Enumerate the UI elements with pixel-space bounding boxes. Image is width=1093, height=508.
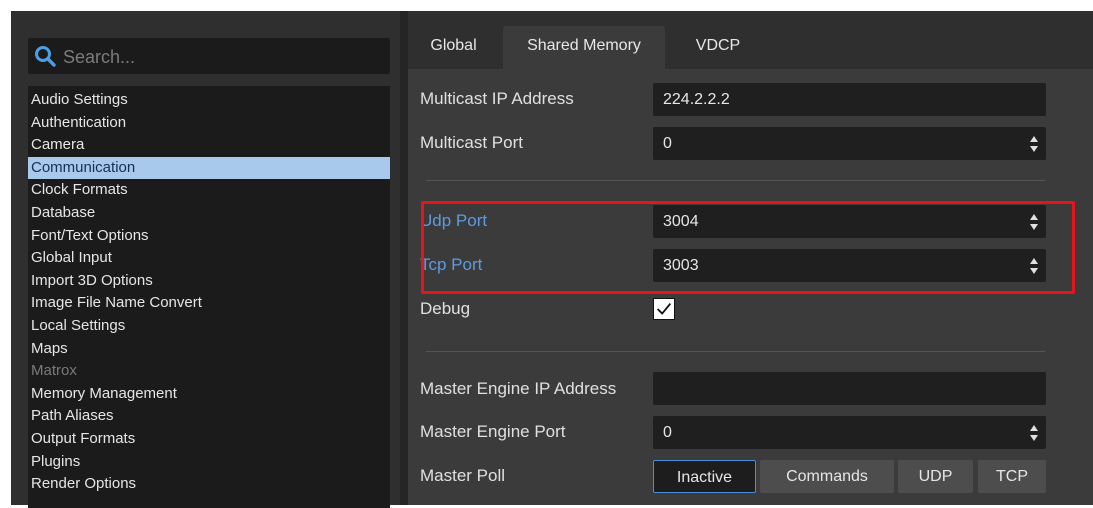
section-divider (426, 180, 1045, 181)
category-item-global-input[interactable]: Global Input (28, 247, 390, 270)
multicast-ip-label: Multicast IP Address (420, 89, 574, 108)
spin-arrows-icon[interactable] (1029, 213, 1039, 231)
search-box (28, 38, 390, 74)
tcp-port-label: Tcp Port (420, 255, 483, 274)
multicast-port-label: Multicast Port (420, 133, 523, 152)
master-engine-port-value: 0 (663, 424, 672, 441)
poll-option-inactive[interactable]: Inactive (653, 460, 756, 493)
tab-vdcp[interactable]: VDCP (674, 26, 762, 69)
spin-arrows-icon[interactable] (1029, 257, 1039, 275)
spin-arrows-icon[interactable] (1029, 424, 1039, 442)
category-item-path-aliases[interactable]: Path Aliases (28, 405, 390, 428)
search-icon (35, 46, 56, 67)
multicast-port-stepper[interactable]: 0 (653, 127, 1046, 160)
master-engine-ip-label: Master Engine IP Address (420, 379, 617, 398)
category-item-image-file-name-convert[interactable]: Image File Name Convert (28, 292, 390, 315)
tab-global[interactable]: Global (408, 26, 499, 69)
category-item-database[interactable]: Database (28, 202, 390, 225)
category-item-plugins[interactable]: Plugins (28, 451, 390, 474)
section-divider (426, 351, 1045, 352)
checkmark-icon (656, 302, 672, 315)
multicast-ip-value: 224.2.2.2 (663, 91, 730, 108)
category-item-output-formats[interactable]: Output Formats (28, 428, 390, 451)
category-item-authentication[interactable]: Authentication (28, 112, 390, 135)
debug-label: Debug (420, 299, 471, 318)
category-item-clock-formats[interactable]: Clock Formats (28, 179, 390, 202)
debug-checkbox[interactable] (653, 298, 675, 320)
poll-option-commands[interactable]: Commands (760, 460, 894, 493)
poll-option-udp[interactable]: UDP (898, 460, 973, 493)
category-item-matrox: Matrox (31, 362, 77, 380)
master-engine-port-label: Master Engine Port (420, 422, 566, 441)
panel-splitter[interactable] (400, 11, 408, 505)
settings-panel: Multicast IP Address 224.2.2.2 Multicast… (408, 69, 1093, 505)
multicast-ip-field[interactable]: 224.2.2.2 (653, 83, 1046, 116)
tcp-port-stepper[interactable]: 3003 (653, 249, 1046, 282)
category-item-import-3d-options[interactable]: Import 3D Options (28, 270, 390, 293)
category-item-font-text-options[interactable]: Font/Text Options (28, 225, 390, 248)
multicast-port-value: 0 (663, 135, 672, 152)
category-item-communication[interactable]: Communication (28, 156, 390, 180)
udp-port-value: 3004 (663, 213, 699, 230)
search-input[interactable] (61, 43, 385, 71)
category-item-render-options[interactable]: Render Options (28, 473, 390, 496)
category-item-maps[interactable]: Maps (28, 338, 390, 361)
tcp-port-value: 3003 (663, 257, 699, 274)
master-engine-port-stepper[interactable]: 0 (653, 416, 1046, 449)
category-item-local-settings[interactable]: Local Settings (28, 315, 390, 338)
poll-option-tcp[interactable]: TCP (978, 460, 1046, 493)
category-item-camera[interactable]: Camera (28, 134, 390, 157)
category-item-audio-settings[interactable]: Audio Settings (28, 89, 390, 112)
udp-port-label: Udp Port (420, 211, 488, 230)
app-window: Audio Settings Authentication Camera Com… (11, 11, 1093, 508)
master-engine-ip-field[interactable] (653, 372, 1046, 405)
udp-port-stepper[interactable]: 3004 (653, 205, 1046, 238)
category-list: Audio Settings Authentication Camera Com… (28, 86, 390, 508)
spin-arrows-icon[interactable] (1029, 135, 1039, 153)
category-item-memory-management[interactable]: Memory Management (28, 383, 390, 406)
tab-shared-memory[interactable]: Shared Memory (503, 26, 665, 69)
master-poll-label: Master Poll (420, 466, 506, 485)
